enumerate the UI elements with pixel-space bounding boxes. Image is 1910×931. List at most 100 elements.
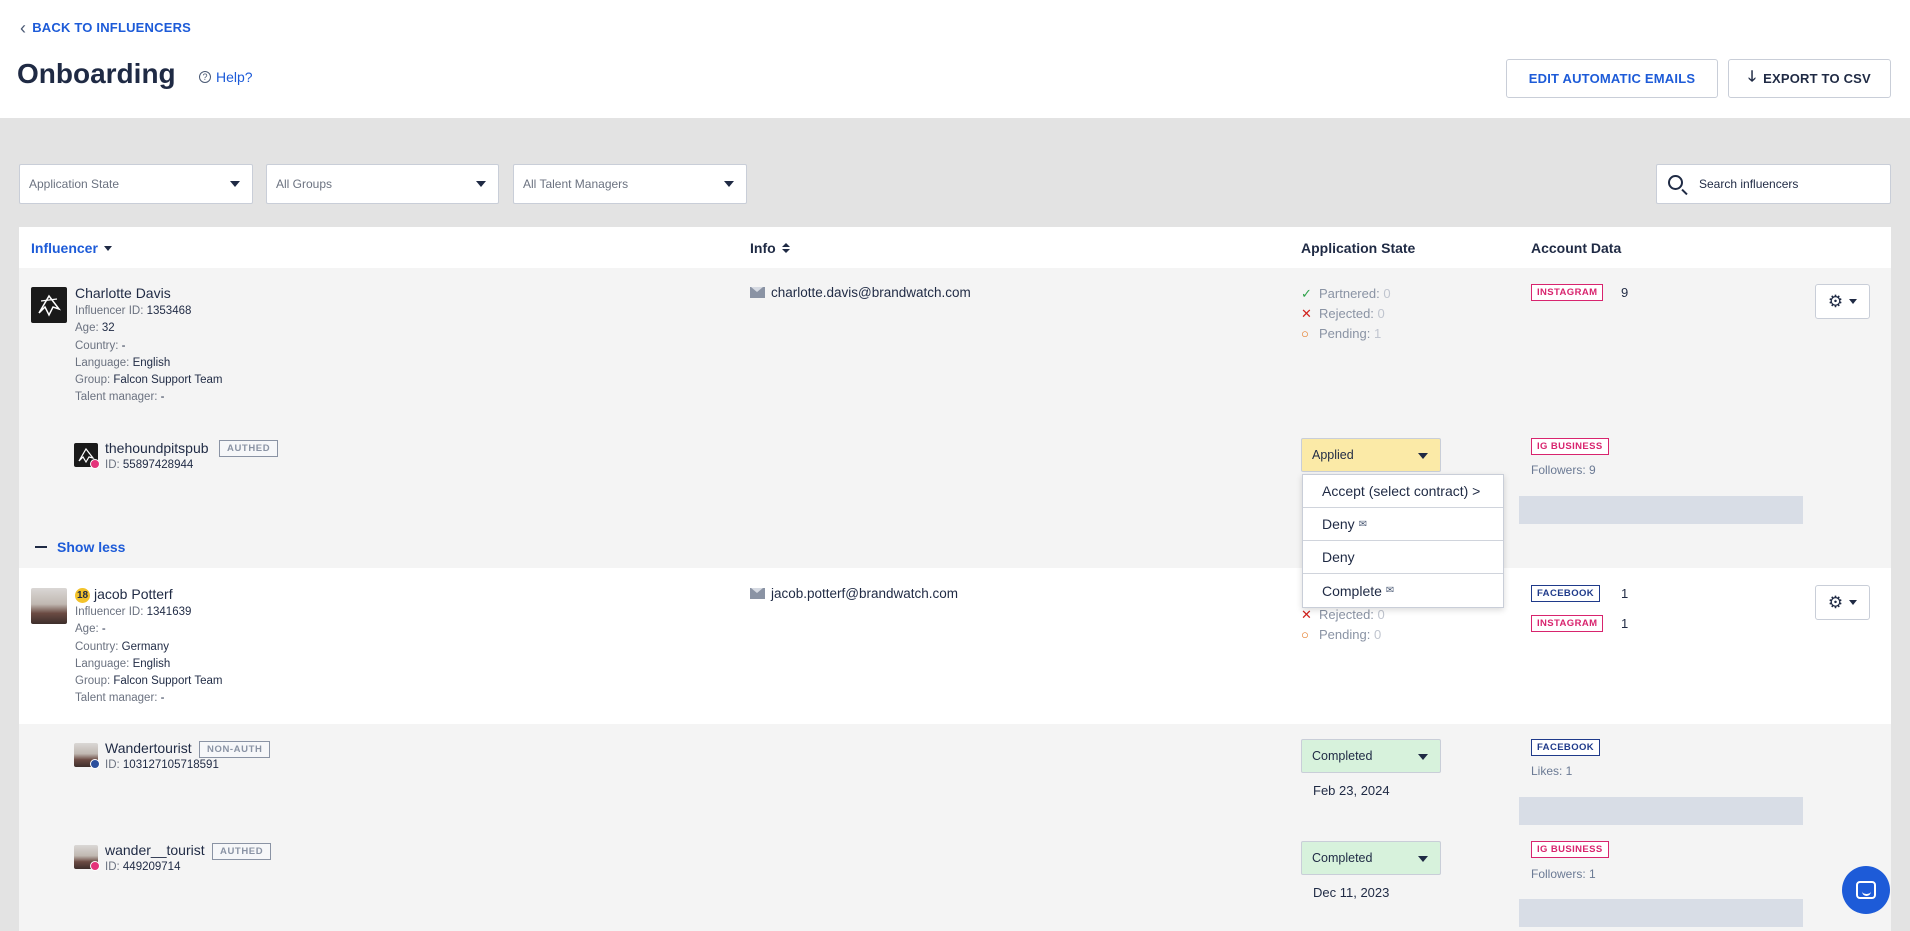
caret-down-icon [1418,856,1428,862]
sub-account-id-value: 449209714 [122,861,181,873]
email-info: jacob.potterf@brandwatch.com [750,586,958,601]
state-date: Dec 11, 2023 [1313,885,1390,900]
back-to-influencers-link[interactable]: ‹ BACK TO INFLUENCERS [20,19,191,37]
groups-filter[interactable]: All Groups [266,164,499,204]
auth-status-badge: AUTHED [219,440,279,457]
settings-menu-button[interactable]: ⚙ [1815,585,1870,620]
partnered-count: 0 [1383,286,1391,301]
chat-icon [1856,881,1876,899]
menu-item-complete-email[interactable]: Complete ✉ [1303,574,1503,607]
menu-item-label: Deny [1322,516,1355,532]
talent-managers-filter-label: All Talent Managers [523,177,629,191]
table-header: Influencer Info Application State Accoun… [19,227,1891,268]
instagram-dot-icon [90,861,100,871]
sub-account-handle[interactable]: wander__tourist [105,842,205,858]
influencer-name[interactable]: 18 jacob Potterf [75,586,173,603]
field-label: Influencer ID: [75,606,144,618]
check-icon: ✓ [1301,286,1312,301]
field-label: ID: [105,861,120,873]
influencers-table: Influencer Info Application State Accoun… [19,227,1891,931]
field-label: Country: [75,640,119,653]
sub-account-id: ID: 449209714 [105,859,180,876]
menu-item-deny[interactable]: Deny [1303,541,1503,574]
edit-automatic-emails-button[interactable]: EDIT AUTOMATIC EMAILS [1506,59,1718,98]
age-value: 32 [101,322,115,335]
field-label: ID: [105,759,120,771]
show-less-label: Show less [57,539,126,555]
pending-count: 1 [1373,326,1382,341]
sub-account-handle[interactable]: thehoundpitspub [105,440,209,456]
pending-circle-icon: ○ [1301,627,1309,642]
country-value: - [121,339,126,352]
question-circle-icon: ? [199,71,211,83]
application-state-select[interactable]: Completed [1301,739,1441,773]
column-header-application-state: Application State [1301,240,1416,256]
platform-tag-instagram: INSTAGRAM [1531,615,1604,632]
talent-managers-filter[interactable]: All Talent Managers [513,164,747,204]
state-select-value: Completed [1312,749,1373,763]
influencer-name-text: jacob Potterf [94,586,173,602]
help-link[interactable]: ? Help? [199,69,253,85]
application-state-menu: Accept (select contract) > Deny ✉ Deny Co… [1302,474,1504,608]
likes-stat: Likes: 1 [1531,764,1573,778]
state-select-value: Completed [1312,851,1373,865]
menu-item-label: Deny [1322,549,1355,565]
menu-item-deny-email[interactable]: Deny ✉ [1303,508,1503,541]
auth-status-badge: AUTHED [212,843,272,860]
settings-menu-button[interactable]: ⚙ [1815,284,1870,319]
platform-tag-facebook: FACEBOOK [1531,585,1601,602]
field-label: Group: [75,374,111,387]
state-date: Feb 23, 2024 [1313,783,1390,798]
gear-icon: ⚙ [1827,592,1844,612]
caret-down-icon [1849,600,1858,605]
followers-stat: Followers: 1 [1531,867,1596,881]
groups-filter-label: All Groups [276,177,333,191]
menu-item-accept[interactable]: Accept (select contract) > [1303,475,1503,508]
page-header: ‹ BACK TO INFLUENCERS Onboarding ? Help?… [0,0,1910,118]
sort-icon [781,243,790,253]
pending-circle-icon: ○ [1301,326,1309,341]
field-label: Age: [75,623,99,636]
minus-icon [35,546,47,548]
influencer-name[interactable]: Charlotte Davis [75,285,171,301]
column-header-info[interactable]: Info [750,240,790,256]
application-state-summary: ✓ Partnered: 0 ✕ Rejected: 0 ○ Pending: 1 [1301,284,1391,344]
column-header-influencer[interactable]: Influencer [31,240,112,256]
field-label: Influencer ID: [75,305,144,317]
pending-label: Pending: [1319,326,1371,341]
menu-item-label: Complete [1322,582,1382,599]
application-state-filter[interactable]: Application State [19,164,253,204]
export-csv-button[interactable]: 🡓 EXPORT TO CSV [1728,59,1891,98]
cross-icon: ✕ [1301,607,1312,622]
account-data-bar [1519,496,1803,524]
talent-manager-value: - [160,692,165,705]
search-input[interactable] [1697,173,1882,195]
sub-account-handle[interactable]: Wandertourist [105,740,192,756]
group-value: Falcon Support Team [113,675,223,688]
field-label: Country: [75,339,119,352]
envelope-icon: ✉ [1385,585,1395,596]
application-state-select[interactable]: Applied [1301,438,1441,472]
chat-launcher-button[interactable] [1842,866,1890,914]
caret-down-icon [1418,453,1428,459]
email-address[interactable]: charlotte.davis@brandwatch.com [771,285,971,300]
email-address[interactable]: jacob.potterf@brandwatch.com [771,586,958,601]
caret-down-icon [1849,299,1858,304]
group-value: Falcon Support Team [113,374,223,387]
language-value: English [132,657,171,670]
account-count: 1 [1621,616,1629,631]
facebook-dot-icon [90,759,100,769]
caret-down-icon [476,181,486,187]
instagram-dot-icon [90,459,100,469]
caret-down-icon [103,245,112,251]
cross-icon: ✕ [1301,306,1312,321]
platform-tag-ig-business: IG BUSINESS [1531,438,1609,455]
platform-tag-ig-business: IG BUSINESS [1531,841,1609,858]
show-less-toggle[interactable]: Show less [35,539,125,555]
application-state-filter-label: Application State [29,177,120,191]
application-state-select[interactable]: Completed [1301,841,1441,875]
account-data-bar [1519,899,1803,927]
sub-account-id-value: 103127105718591 [122,759,219,771]
auth-status-badge: NON-AUTH [199,741,271,758]
sub-account-id-value: 55897428944 [122,459,194,471]
